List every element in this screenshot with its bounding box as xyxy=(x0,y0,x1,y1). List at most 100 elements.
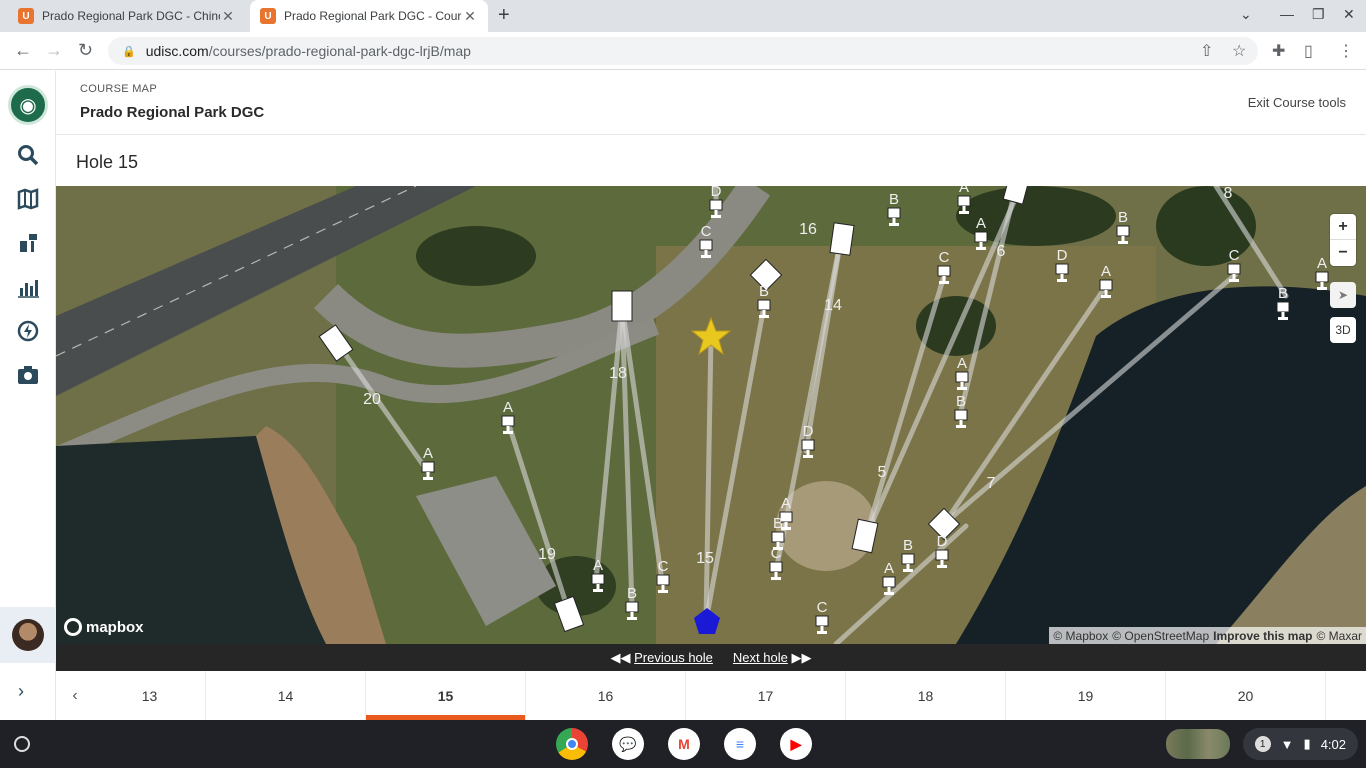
hole-tab-15[interactable]: 15 xyxy=(366,671,526,720)
udisc-logo-icon[interactable]: ◉ xyxy=(8,85,48,125)
attribution-mapbox[interactable]: © Mapbox xyxy=(1053,629,1108,643)
screen-capture-thumbnail[interactable] xyxy=(1166,729,1230,759)
pin-label: A xyxy=(959,186,969,196)
exit-course-tools-button[interactable]: Exit Course tools xyxy=(1248,95,1346,110)
hole-label-7: 7 xyxy=(987,475,996,492)
next-hole-link[interactable]: Next hole ▶▶ xyxy=(733,650,812,666)
close-tab-icon[interactable]: ✕ xyxy=(220,8,236,25)
basket-pin-icon xyxy=(974,231,988,250)
pin-label: A xyxy=(1101,263,1111,280)
tab-search-icon[interactable]: ⌄ xyxy=(1240,6,1252,23)
attribution-osm[interactable]: © OpenStreetMap xyxy=(1112,629,1209,643)
clock: 4:02 xyxy=(1320,736,1346,752)
pin-label: A xyxy=(423,445,433,462)
section-eyebrow: COURSE MAP xyxy=(80,83,157,95)
compass-icon[interactable]: ➤ xyxy=(1330,282,1356,308)
basket-pin-icon xyxy=(957,195,971,214)
lightning-icon[interactable] xyxy=(14,317,42,345)
basket-pin-icon xyxy=(955,371,969,390)
basket-pin-icon xyxy=(771,531,785,550)
zoom-out-button[interactable]: − xyxy=(1330,240,1356,266)
hole-tab-14[interactable]: 14 xyxy=(206,671,366,720)
hole-tab-19[interactable]: 19 xyxy=(1006,671,1166,720)
minimize-icon[interactable]: — xyxy=(1280,6,1294,22)
notification-count: 1 xyxy=(1254,736,1271,752)
hole-tab-18[interactable]: 18 xyxy=(846,671,1006,720)
share-icon[interactable]: ⇧ xyxy=(1200,41,1213,61)
close-tab-icon[interactable]: ✕ xyxy=(462,8,478,25)
basket-pin-icon xyxy=(656,574,670,593)
hole-tab-20[interactable]: 20 xyxy=(1166,671,1326,720)
basket-pin-icon xyxy=(501,415,515,434)
map-icon[interactable] xyxy=(14,185,42,213)
previous-hole-label: Previous hole xyxy=(634,649,713,665)
browser-tab-2[interactable]: U Prado Regional Park DGC - Course ✕ xyxy=(250,0,488,32)
camera-icon[interactable] xyxy=(14,361,42,389)
hole-label-8: 8 xyxy=(1224,186,1233,202)
zoom-in-button[interactable]: + xyxy=(1330,214,1356,240)
page-header: COURSE MAP Prado Regional Park DGC Exit … xyxy=(56,71,1366,135)
pin-label: C xyxy=(701,223,712,240)
mapbox-logo: mapbox xyxy=(64,618,144,636)
youtube-app-icon[interactable]: ▶ xyxy=(780,728,812,760)
url-bar[interactable]: 🔒 udisc.com/courses/prado-regional-park-… xyxy=(108,37,1258,65)
back-icon[interactable]: ← xyxy=(14,40,32,61)
window-close-icon[interactable]: ✕ xyxy=(1343,6,1355,23)
satellite-map: 20 18 16 14 19 15 5 6 7 8 AAABCCDBDACBCA… xyxy=(56,186,1366,644)
previous-hole-link[interactable]: ◀◀ Previous hole xyxy=(611,650,713,666)
launcher-icon[interactable] xyxy=(14,736,30,752)
basket-pin-icon xyxy=(1227,263,1241,282)
side-nav: ◉ › xyxy=(0,71,56,720)
pin-label: B xyxy=(773,515,783,532)
chrome-app-icon[interactable] xyxy=(556,728,588,760)
search-icon[interactable] xyxy=(14,141,42,169)
basket-pin-icon xyxy=(1315,271,1329,290)
course-map[interactable]: 20 18 16 14 19 15 5 6 7 8 AAABCCDBDACBCA… xyxy=(56,186,1366,644)
scroll-left-icon[interactable]: ‹ xyxy=(56,671,94,720)
pin-label: B xyxy=(903,537,913,554)
attribution-maxar[interactable]: © Maxar xyxy=(1316,629,1362,643)
hole-tab-16[interactable]: 16 xyxy=(526,671,686,720)
zoom-controls: + − xyxy=(1330,214,1356,266)
pin-label: A xyxy=(593,557,603,574)
3d-toggle-button[interactable]: 3D xyxy=(1330,317,1356,343)
forward-icon[interactable]: → xyxy=(45,40,63,61)
pin-label: A xyxy=(781,495,791,512)
basket-pin-icon xyxy=(699,239,713,258)
hole-title: Hole 15 xyxy=(76,152,139,172)
hole-tab-13[interactable]: 13 xyxy=(94,671,206,720)
maximize-icon[interactable]: ❐ xyxy=(1312,6,1325,23)
basket-pin-icon xyxy=(1055,263,1069,282)
udisc-favicon: U xyxy=(18,8,34,24)
extensions-icon[interactable]: ✚ xyxy=(1272,41,1285,61)
expand-nav-icon[interactable]: › xyxy=(18,681,24,702)
basket-pin-icon xyxy=(901,553,915,572)
reload-icon[interactable]: ↻ xyxy=(78,40,93,61)
basket-pin-icon xyxy=(709,199,723,218)
bookmark-star-icon[interactable]: ☆ xyxy=(1232,41,1246,61)
hole-tab-17[interactable]: 17 xyxy=(686,671,846,720)
gmail-app-icon[interactable]: M xyxy=(668,728,700,760)
wifi-icon: ▼ xyxy=(1280,736,1294,752)
basket-pin-icon xyxy=(625,601,639,620)
pin-label: D xyxy=(803,423,814,440)
basket-pin-icon xyxy=(954,409,968,428)
pin-label: A xyxy=(957,355,967,372)
docs-app-icon[interactable]: ≡ xyxy=(724,728,756,760)
stats-icon[interactable] xyxy=(14,273,42,301)
side-panel-icon[interactable]: ▯ xyxy=(1304,41,1313,61)
improve-map-link[interactable]: Improve this map xyxy=(1213,629,1312,643)
pin-label: B xyxy=(1118,209,1128,226)
hole-label-20: 20 xyxy=(363,391,381,408)
menu-icon[interactable]: ⋮ xyxy=(1338,41,1354,61)
messages-app-icon[interactable]: 💬 xyxy=(612,728,644,760)
udisc-favicon: U xyxy=(260,8,276,24)
basket-pin-icon xyxy=(1099,279,1113,298)
system-tray[interactable]: 1 ▼ ▮ 4:02 xyxy=(1242,728,1358,760)
pin-label: B xyxy=(889,191,899,208)
browser-tab-1[interactable]: U Prado Regional Park DGC - Chino ✕ xyxy=(8,0,246,32)
mapbox-logo-icon xyxy=(64,618,82,636)
disc-basket-icon[interactable] xyxy=(14,229,42,257)
user-avatar[interactable] xyxy=(0,607,56,663)
new-tab-icon[interactable]: + xyxy=(498,4,510,27)
